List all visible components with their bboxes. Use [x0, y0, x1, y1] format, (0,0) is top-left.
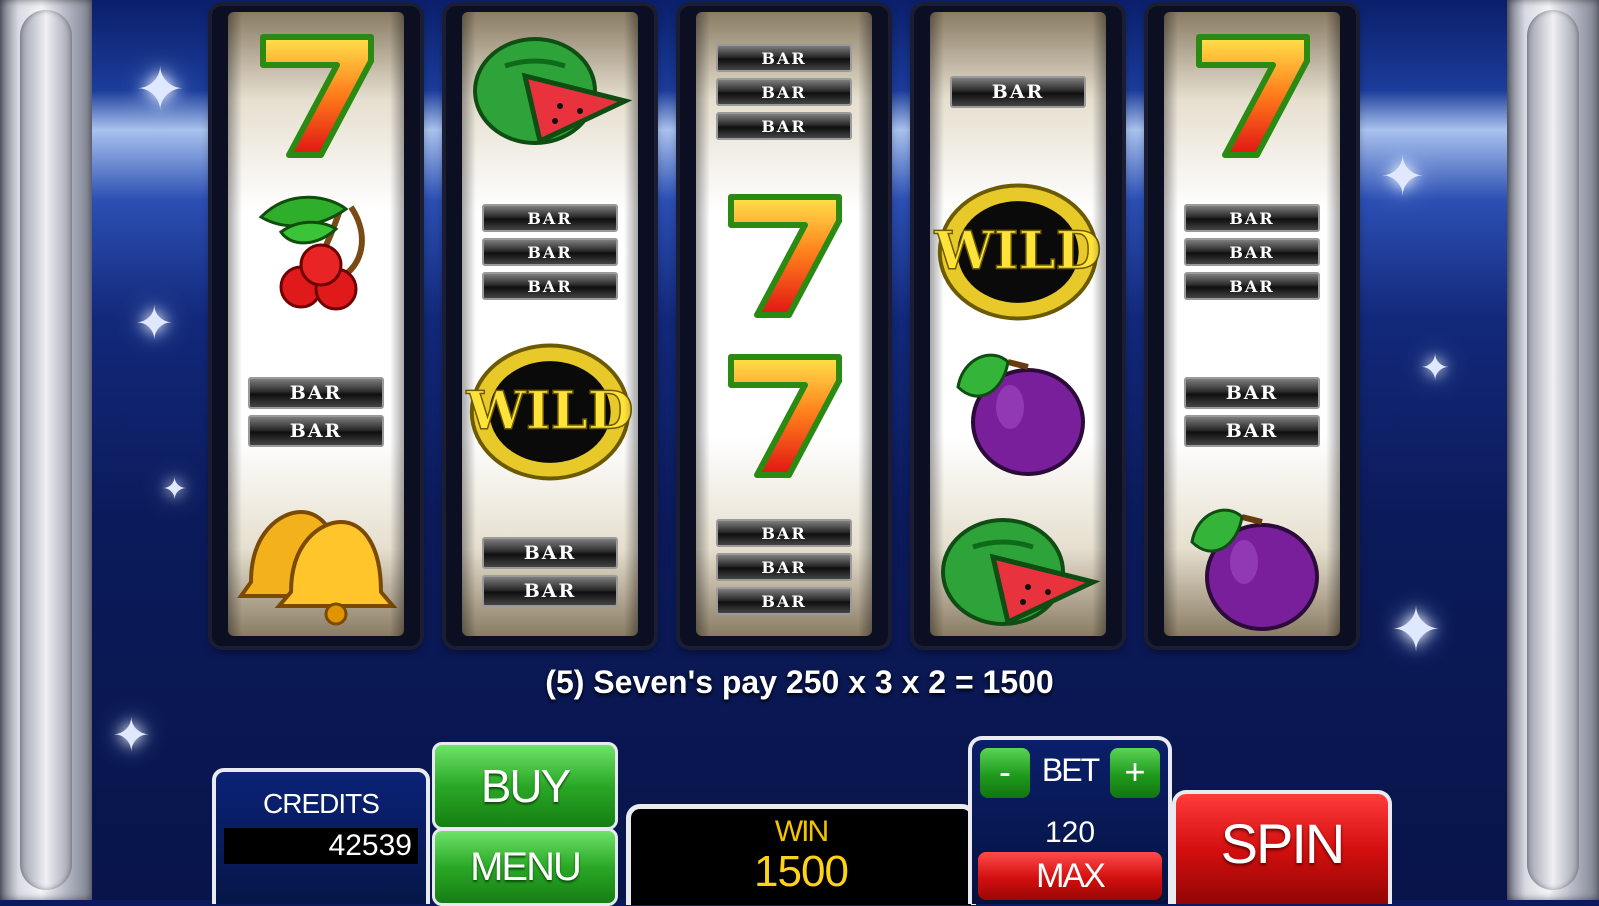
credits-label: CREDITS [263, 788, 380, 819]
wild-symbol: WILD [462, 332, 638, 492]
bar-label: BAR [1184, 238, 1320, 266]
right-chrome-rail [1507, 0, 1599, 900]
bet-decrease-button[interactable]: - [980, 748, 1030, 798]
seven-symbol [1164, 12, 1340, 172]
watermelon-symbol [930, 487, 1106, 636]
bell-symbol [228, 482, 404, 636]
seven-icon [728, 194, 842, 318]
wild-symbol: WILD [930, 172, 1106, 332]
seven-symbol [228, 12, 404, 172]
sparkle-icon: ✦ [1420, 347, 1451, 388]
plum-icon [1190, 508, 1319, 631]
bar-label: BAR [482, 537, 618, 569]
double-bar-symbol: BAR BAR [462, 492, 638, 636]
bar-label: BAR [716, 519, 852, 547]
triple-bar-symbol: BAR BAR BAR [462, 172, 638, 332]
wild-label: WILD [934, 220, 1102, 282]
reel-1: BAR BAR [212, 6, 420, 646]
reel-4: BAR WILD [914, 6, 1122, 646]
reel-3: BAR BAR BAR BAR BAR BAR [680, 6, 888, 646]
plum-icon [956, 353, 1085, 476]
cherry-symbol [228, 172, 404, 332]
watermelon-symbol [462, 12, 638, 166]
reel-5: BAR BAR BAR BAR BAR [1148, 6, 1356, 646]
wild-icon: WILD [933, 183, 1102, 321]
cherry-icon [258, 195, 365, 311]
seven-icon [1196, 34, 1310, 158]
bar-label: BAR [950, 76, 1086, 108]
seven-symbol [696, 172, 872, 332]
bar-label: BAR [716, 553, 852, 581]
triple-bar-symbol: BAR BAR BAR [696, 487, 872, 636]
win-label: WIN [774, 815, 829, 848]
plum-symbol [1164, 487, 1340, 636]
max-bet-button[interactable]: MAX [978, 852, 1162, 900]
buy-button[interactable]: BUY [432, 742, 618, 830]
bar-label: BAR [716, 587, 852, 615]
sparkle-icon: ✦ [112, 709, 151, 761]
bar-label: BAR [482, 272, 618, 300]
watermelon-icon [473, 37, 633, 145]
bet-value: 120 [1044, 816, 1096, 849]
sparkle-icon: ✦ [162, 473, 188, 506]
sparkle-icon: ✦ [135, 297, 174, 349]
bar-label: BAR [482, 204, 618, 232]
bar-label: BAR [1184, 272, 1320, 300]
wild-label: WILD [466, 380, 634, 442]
triple-bar-symbol: BAR BAR BAR [1164, 172, 1340, 332]
bell-icon [237, 509, 398, 626]
bar-label: BAR [1184, 415, 1320, 447]
seven-icon [728, 354, 842, 478]
single-bar-symbol: BAR [930, 12, 1106, 172]
reel-cabinet: BAR BAR BAR BAR BAR WILD BAR BAR BAR BAR… [212, 6, 1388, 646]
sparkle-icon: ✦ [1390, 596, 1442, 665]
bet-panel: - BET + 120 MAX [968, 736, 1172, 904]
payout-message: (5) Seven's pay 250 x 3 x 2 = 1500 [545, 664, 1054, 700]
bar-label: BAR [482, 238, 618, 266]
double-bar-symbol: BAR BAR [228, 332, 404, 492]
seven-icon [260, 34, 374, 158]
watermelon-icon [941, 518, 1101, 626]
win-value: 1500 [754, 847, 849, 896]
plum-symbol [930, 332, 1106, 492]
credits-panel: CREDITS 42539 [212, 768, 430, 904]
sparkle-icon: ✦ [135, 56, 186, 123]
right-rail-groove [1527, 10, 1579, 890]
bet-increase-button[interactable]: + [1110, 748, 1160, 798]
bar-label: BAR [482, 575, 618, 607]
bar-label: BAR [716, 44, 852, 72]
credits-value: 42539 [224, 828, 418, 864]
menu-button[interactable]: MENU [432, 828, 618, 906]
triple-bar-symbol: BAR BAR BAR [696, 12, 872, 172]
left-chrome-rail [0, 0, 92, 900]
win-panel: WIN 1500 [626, 804, 976, 905]
seven-symbol [696, 332, 872, 492]
bet-label: BET [1041, 752, 1100, 788]
bar-label: BAR [1184, 204, 1320, 232]
bar-label: BAR [248, 415, 384, 447]
bar-label: BAR [716, 112, 852, 140]
spin-button[interactable]: SPIN [1172, 790, 1392, 904]
bar-label: BAR [248, 377, 384, 409]
wild-icon: WILD [465, 343, 634, 481]
reel-2: BAR BAR BAR WILD BAR BAR [446, 6, 654, 646]
bar-label: BAR [716, 78, 852, 106]
left-rail-groove [20, 10, 72, 890]
bar-label: BAR [1184, 377, 1320, 409]
double-bar-symbol: BAR BAR [1164, 332, 1340, 492]
